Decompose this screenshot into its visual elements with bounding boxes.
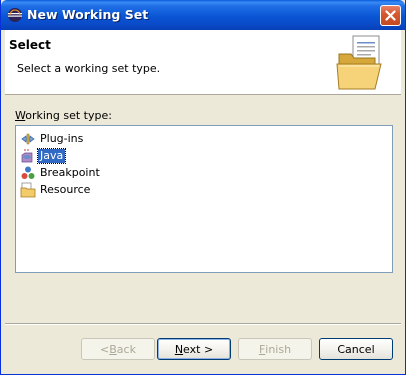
next-label: ext > (183, 342, 214, 356)
label-text: orking set type: (25, 109, 112, 122)
list-item-label: Breakpoint (40, 165, 100, 179)
eclipse-icon (7, 7, 23, 23)
back-button[interactable]: < Back (81, 338, 155, 360)
dialog-window: New Working Set Select Select a working … (0, 0, 406, 375)
cancel-label: Cancel (337, 342, 375, 356)
finish-label: inish (265, 342, 292, 356)
java-icon (21, 148, 33, 162)
footer-separator (5, 323, 401, 325)
list-item-java[interactable]: Java (20, 147, 67, 164)
cancel-button[interactable]: Cancel (319, 338, 393, 360)
plugin-icon (21, 133, 35, 144)
title-bar[interactable]: New Working Set (1, 0, 405, 30)
back-prefix: < (100, 342, 110, 356)
list-item-label: Java (36, 147, 67, 164)
page-title: Select (9, 38, 51, 52)
close-button[interactable] (380, 5, 401, 26)
label-mnemonic: W (15, 109, 26, 122)
window-title: New Working Set (27, 7, 149, 22)
open-folder-document-icon (336, 35, 382, 90)
page-description: Select a working set type. (17, 62, 161, 75)
list-item-label: Resource (40, 182, 91, 196)
working-set-type-label: Working set type: (15, 109, 112, 122)
list-item-breakpoint[interactable]: Breakpoint (20, 164, 102, 181)
next-mnemonic: N (174, 342, 184, 356)
close-icon (385, 10, 396, 21)
resource-folder-icon (20, 182, 36, 197)
back-mnemonic: B (109, 342, 117, 356)
working-set-type-list[interactable]: Plug-ins Java Breakpoint Resource (15, 125, 393, 273)
finish-button[interactable]: Finish (238, 338, 312, 360)
list-item-plug-ins[interactable]: Plug-ins (20, 130, 85, 147)
back-label: ack (116, 342, 136, 356)
next-button[interactable]: Next > (157, 338, 231, 360)
list-item-resource[interactable]: Resource (20, 181, 92, 198)
wizard-header: Select Select a working set type. (5, 30, 401, 95)
breakpoint-icon (21, 166, 35, 179)
list-item-label: Plug-ins (40, 131, 84, 145)
